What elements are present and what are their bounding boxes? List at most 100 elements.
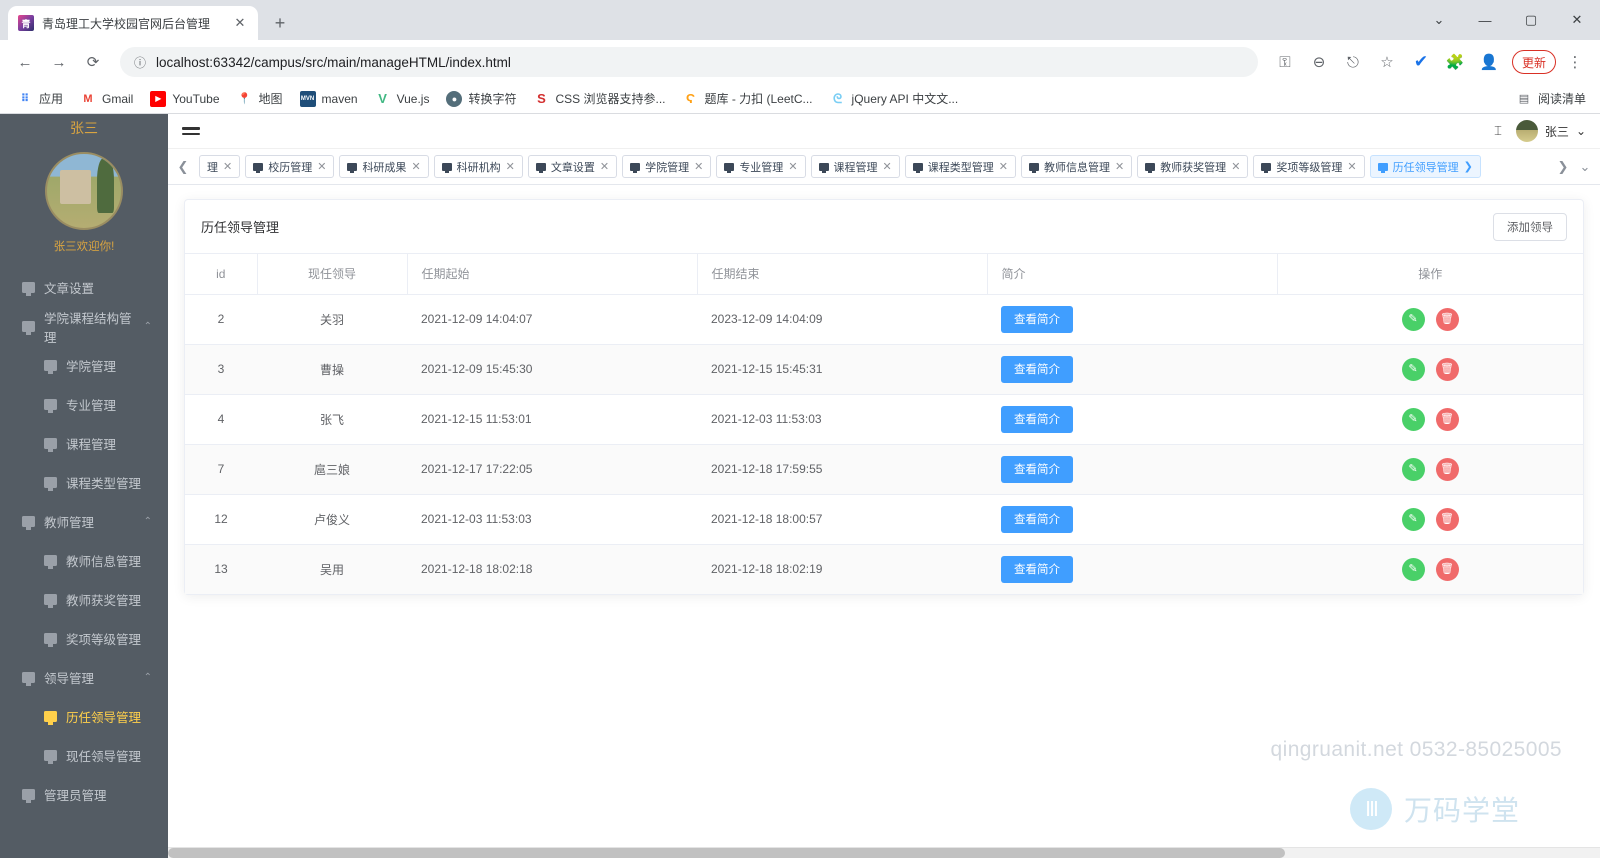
sidebar-item-teacher-award-management[interactable]: 教师获奖管理 (0, 580, 168, 619)
tabs-next-arrow[interactable]: ❯ (1552, 159, 1574, 175)
pencil-icon[interactable]: ✎ (1401, 357, 1425, 381)
view-intro-button[interactable]: 查看简介 (1001, 455, 1073, 483)
browser-menu-icon[interactable]: ⋮ (1560, 47, 1590, 77)
tab-teacher-info-management[interactable]: 教师信息管理 ✕ (1020, 155, 1133, 178)
tab-teacher-award-management[interactable]: 教师获奖管理 ✕ (1137, 155, 1249, 178)
sidebar-item-course-type-management[interactable]: 课程类型管理 (0, 463, 168, 502)
bookmark-vuejs[interactable]: V Vue.js (368, 88, 437, 110)
horizontal-scrollbar[interactable] (168, 847, 1600, 858)
share-icon[interactable]: ⎋ (1338, 47, 1368, 77)
bookmark-leetcode[interactable]: Ϛ 题库 - 力扣 (LeetC... (676, 87, 820, 110)
tab-label: 科研机构 (456, 161, 501, 174)
chevron-down-icon[interactable]: ⌄ (1416, 4, 1462, 36)
bookmark-maps[interactable]: 📍 地图 (230, 87, 290, 110)
sidebar-item-teacher-management[interactable]: 教师管理 ⌃ (0, 502, 168, 541)
site-info-icon[interactable]: ⓘ (134, 54, 146, 71)
window-close-button[interactable]: ✕ (1554, 4, 1600, 36)
key-icon[interactable]: ⚿ (1270, 47, 1300, 77)
sidebar-item-current-leader-management[interactable]: 现任领导管理 (0, 736, 168, 775)
tab-research-results[interactable]: 科研成果 ✕ (339, 155, 429, 178)
bookmark-jquery[interactable]: ᘓ jQuery API 中文文... (823, 87, 966, 110)
reload-icon[interactable]: ⟳ (78, 47, 108, 77)
tab-award-level-management[interactable]: 奖项等级管理 ✕ (1253, 155, 1365, 178)
forward-icon[interactable]: → (44, 47, 74, 77)
star-icon[interactable]: ☆ (1372, 47, 1402, 77)
sidebar-item-leader-management[interactable]: 领导管理 ⌃ (0, 658, 168, 697)
trash-icon[interactable]: 🗑 (1435, 307, 1459, 331)
close-icon[interactable]: ✕ (223, 160, 232, 173)
account-icon[interactable]: 👤 (1474, 47, 1504, 77)
new-tab-button[interactable]: + (266, 9, 294, 37)
tab-li[interactable]: 理 ✕ (199, 155, 241, 178)
close-icon[interactable]: ✕ (317, 160, 326, 173)
tab-major-management[interactable]: 专业管理 ✕ (716, 155, 806, 178)
bookmark-gmail[interactable]: M Gmail (73, 88, 140, 110)
view-intro-button[interactable]: 查看简介 (1001, 505, 1073, 533)
tab-college-management[interactable]: 学院管理 ✕ (622, 155, 712, 178)
back-icon[interactable]: ← (10, 47, 40, 77)
sidebar-item-college-management[interactable]: 学院管理 (0, 346, 168, 385)
menu-collapse-icon[interactable] (182, 127, 200, 135)
pin-icon[interactable]: ⌶ (1494, 123, 1502, 139)
view-intro-button[interactable]: 查看简介 (1001, 555, 1073, 583)
close-icon[interactable]: ✕ (694, 160, 703, 173)
bookmark-css-support[interactable]: S CSS 浏览器支持参... (526, 87, 672, 110)
trash-icon[interactable]: 🗑 (1435, 457, 1459, 481)
address-bar[interactable]: ⓘ localhost:63342/campus/src/main/manage… (120, 47, 1258, 77)
pencil-icon[interactable]: ✎ (1401, 507, 1425, 531)
maximize-button[interactable]: ▢ (1508, 4, 1554, 36)
pencil-icon[interactable]: ✎ (1401, 557, 1425, 581)
scrollbar-thumb[interactable] (168, 848, 1285, 858)
profile-check-icon[interactable]: ✔ (1406, 47, 1436, 77)
trash-icon[interactable]: 🗑 (1435, 557, 1459, 581)
tabs-more-icon[interactable]: ⌄ (1574, 159, 1596, 175)
close-icon[interactable]: ✕ (788, 160, 797, 173)
browser-tab[interactable]: 青 青岛理工大学校园官网后台管理 ✕ (8, 6, 258, 40)
user-menu[interactable]: 张三 ⌄ (1515, 120, 1586, 142)
view-intro-button[interactable]: 查看简介 (1001, 355, 1073, 383)
close-icon[interactable]: ✕ (1347, 160, 1356, 173)
extensions-icon[interactable]: 🧩 (1440, 47, 1470, 77)
close-icon[interactable]: ✕ (1231, 160, 1240, 173)
close-icon[interactable]: ✕ (999, 160, 1008, 173)
update-button[interactable]: 更新 (1511, 50, 1556, 74)
trash-icon[interactable]: 🗑 (1435, 357, 1459, 381)
sidebar-item-major-management[interactable]: 专业管理 (0, 385, 168, 424)
close-icon[interactable]: ❯ (1464, 160, 1473, 173)
sidebar-item-college-course-structure[interactable]: 学院课程结构管理 ⌃ (0, 307, 168, 346)
close-icon[interactable]: ✕ (232, 15, 248, 31)
pencil-icon[interactable]: ✎ (1401, 407, 1425, 431)
minimize-button[interactable]: — (1462, 4, 1508, 36)
sidebar-item-former-leader-management[interactable]: 历任领导管理 (0, 697, 168, 736)
tab-course-type-management[interactable]: 课程类型管理 ✕ (904, 155, 1016, 178)
tab-article-settings[interactable]: 文章设置 ✕ (527, 155, 618, 178)
close-icon[interactable]: ✕ (883, 160, 892, 173)
bookmark-youtube[interactable]: ▶ YouTube (143, 88, 226, 110)
view-intro-button[interactable]: 查看简介 (1001, 305, 1073, 333)
close-icon[interactable]: ✕ (506, 160, 515, 173)
sidebar-item-award-level-management[interactable]: 奖项等级管理 (0, 619, 168, 658)
bookmark-apps[interactable]: ⠿ 应用 (10, 87, 70, 110)
zoom-out-icon[interactable]: ⊖ (1304, 47, 1334, 77)
pencil-icon[interactable]: ✎ (1401, 457, 1425, 481)
view-intro-button[interactable]: 查看简介 (1001, 405, 1073, 433)
close-icon[interactable]: ✕ (1115, 160, 1124, 173)
sidebar-item-admin-management[interactable]: 管理员管理 (0, 775, 168, 814)
tab-course-management[interactable]: 课程管理 ✕ (810, 155, 900, 178)
close-icon[interactable]: ✕ (411, 160, 420, 173)
bookmark-maven[interactable]: MVN maven (293, 88, 365, 110)
sidebar-item-article-settings[interactable]: 文章设置 (0, 268, 168, 307)
tab-research-institution[interactable]: 科研机构 ✕ (433, 155, 523, 178)
reading-list-button[interactable]: ▤ 阅读清单 (1516, 90, 1590, 107)
trash-icon[interactable]: 🗑 (1435, 407, 1459, 431)
tab-former-leader-management[interactable]: 历任领导管理 ❯ (1369, 155, 1481, 178)
sidebar-item-teacher-info-management[interactable]: 教师信息管理 (0, 541, 168, 580)
bookmark-char-convert[interactable]: ● 转换字符 (439, 87, 523, 110)
close-icon[interactable]: ✕ (600, 160, 609, 173)
pencil-icon[interactable]: ✎ (1401, 307, 1425, 331)
trash-icon[interactable]: 🗑 (1435, 507, 1459, 531)
tab-school-calendar[interactable]: 校历管理 ✕ (245, 155, 335, 178)
sidebar-item-course-management[interactable]: 课程管理 (0, 424, 168, 463)
add-leader-button[interactable]: 添加领导 (1493, 212, 1567, 241)
tabs-prev-arrow[interactable]: ❮ (172, 159, 194, 175)
